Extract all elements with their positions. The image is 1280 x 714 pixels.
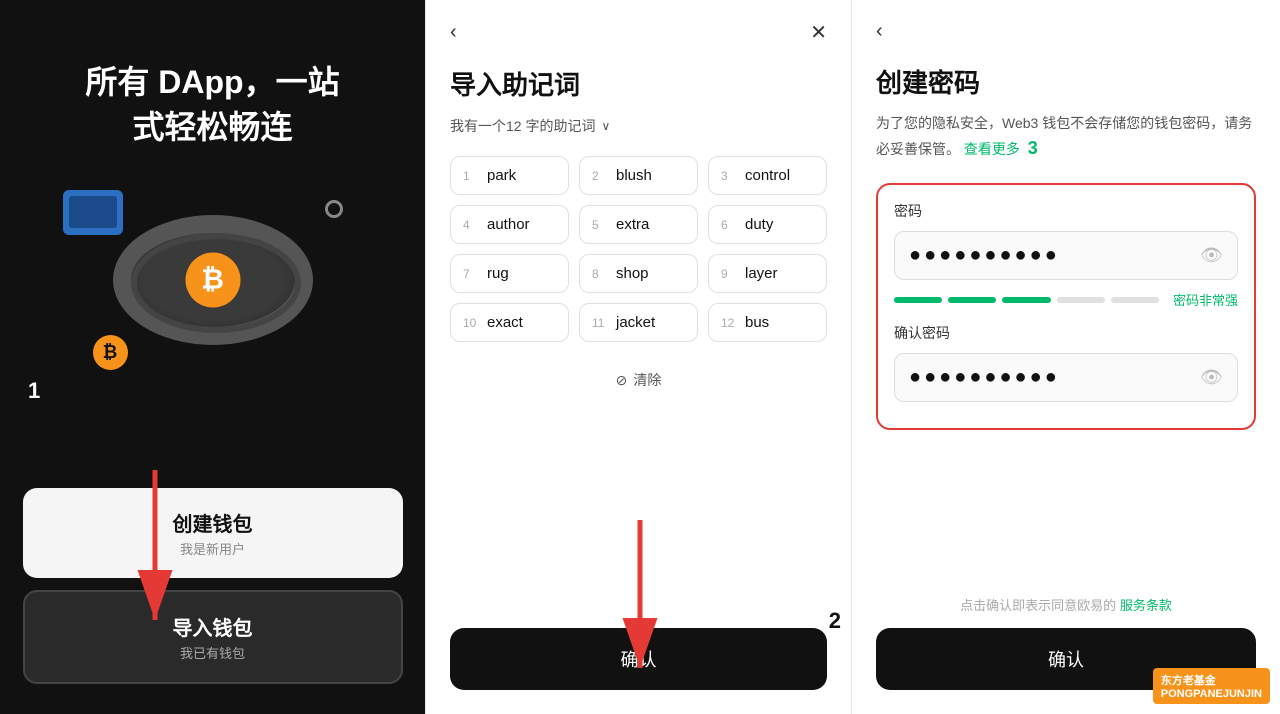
password-input-row[interactable]: ●●●●●●●●●● 👁	[894, 231, 1238, 280]
mnemonic-num: 2	[592, 169, 608, 183]
password-input: ●●●●●●●●●●	[909, 244, 1200, 267]
mnemonic-selector[interactable]: 我有一个12 字的助记词 ∨	[450, 116, 827, 136]
create-wallet-label: 创建钱包	[173, 508, 253, 537]
step-label-1: 1	[28, 378, 40, 404]
chevron-down-icon: ∨	[601, 119, 610, 133]
panel-left: 所有 DApp，一站 式轻松畅连 ₿ ₿ 1 创建钱包 我是新用户 导入钱包 我…	[0, 0, 425, 714]
laptop-icon	[63, 190, 123, 235]
import-wallet-button[interactable]: 导入钱包 我已有钱包	[23, 590, 403, 684]
strength-seg-3	[1002, 297, 1050, 303]
mnemonic-word: jacket	[616, 314, 655, 331]
mnemonic-num: 10	[463, 316, 479, 330]
terms-label: 点击确认即表示同意欧易的	[960, 598, 1116, 613]
left-panel-title: 所有 DApp，一站 式轻松畅连	[85, 60, 339, 150]
strength-text: 密码非常强	[1173, 290, 1238, 309]
mnemonic-cell[interactable]: 2 blush	[579, 156, 698, 195]
mnemonic-cell[interactable]: 5 extra	[579, 205, 698, 244]
strength-seg-4	[1057, 297, 1105, 303]
mnemonic-num: 3	[721, 169, 737, 183]
strength-seg-1	[894, 297, 942, 303]
watermark: 东方老基金PONGPANEJUNJIN	[1153, 668, 1270, 704]
import-wallet-label: 导入钱包	[173, 612, 253, 641]
confirm-password-label: 确认密码	[894, 323, 1238, 343]
password-desc: 为了您的隐私安全，Web3 钱包不会存储您的钱包密码，请务必妥善保管。 查看更多…	[876, 112, 1256, 163]
mnemonic-cell[interactable]: 1 park	[450, 156, 569, 195]
mnemonic-word: author	[487, 216, 530, 233]
see-more-link[interactable]: 查看更多	[964, 141, 1020, 157]
mnemonic-grid: 1 park 2 blush 3 control 4 author 5 extra 6 duty 7 ru…	[450, 156, 827, 342]
mnemonic-word: duty	[745, 216, 773, 233]
password-desc-text: 为了您的隐私安全，Web3 钱包不会存储您的钱包密码，请务必妥善保管。	[876, 115, 1252, 157]
panel-right-nav: ‹	[876, 20, 1256, 43]
mnemonic-word: park	[487, 167, 516, 184]
right-back-icon[interactable]: ‹	[876, 20, 883, 43]
mnemonic-word: control	[745, 167, 790, 184]
clear-button[interactable]: ⊘ 清除	[450, 370, 827, 390]
panel-middle: ‹ ✕ 导入助记词 我有一个12 字的助记词 ∨ 1 park 2 blush 3 con…	[425, 0, 852, 714]
terms-text: 点击确认即表示同意欧易的 服务条款	[876, 595, 1256, 614]
mnemonic-cell[interactable]: 10 exact	[450, 303, 569, 342]
back-icon[interactable]: ‹	[450, 21, 457, 44]
mnemonic-word: exact	[487, 314, 523, 331]
mnemonic-word: layer	[745, 265, 778, 282]
mnemonic-num: 5	[592, 218, 608, 232]
dot-decoration	[325, 200, 343, 218]
mnemonic-num: 7	[463, 267, 479, 281]
bitcoin-icon: ₿	[185, 252, 240, 307]
password-title: 创建密码	[876, 63, 1256, 100]
password-label: 密码	[894, 201, 1238, 221]
strength-seg-5	[1111, 297, 1159, 303]
mnemonic-cell[interactable]: 4 author	[450, 205, 569, 244]
mnemonic-cell[interactable]: 9 layer	[708, 254, 827, 293]
panel-middle-nav: ‹ ✕	[450, 20, 827, 45]
step-label-3: 3	[1028, 134, 1038, 163]
middle-confirm-area: 确认	[450, 628, 827, 690]
mnemonic-title: 导入助记词	[450, 65, 827, 102]
terms-link[interactable]: 服务条款	[1120, 598, 1172, 613]
mnemonic-cell[interactable]: 6 duty	[708, 205, 827, 244]
password-section: 密码 ●●●●●●●●●● 👁 密码非常强 确认密码 ●●●●●●●●●● 👁	[876, 183, 1256, 430]
confirm-eye-icon[interactable]: 👁	[1200, 367, 1223, 388]
eye-icon[interactable]: 👁	[1200, 245, 1223, 266]
mnemonic-cell[interactable]: 12 bus	[708, 303, 827, 342]
strength-seg-2	[948, 297, 996, 303]
mnemonic-word: extra	[616, 216, 649, 233]
mnemonic-cell[interactable]: 7 rug	[450, 254, 569, 293]
create-wallet-sublabel: 我是新用户	[180, 539, 245, 558]
mnemonic-num: 12	[721, 316, 737, 330]
confirm-password-input: ●●●●●●●●●●	[909, 366, 1200, 389]
clear-label: 清除	[633, 370, 661, 390]
confirm-password-input-row[interactable]: ●●●●●●●●●● 👁	[894, 353, 1238, 402]
strength-bar: 密码非常强	[894, 290, 1238, 309]
mnemonic-cell[interactable]: 3 control	[708, 156, 827, 195]
mnemonic-word: bus	[745, 314, 769, 331]
small-bitcoin-icon: ₿	[93, 335, 128, 370]
create-wallet-button[interactable]: 创建钱包 我是新用户	[23, 488, 403, 578]
mnemonic-word: blush	[616, 167, 652, 184]
panel-right: ‹ 创建密码 为了您的隐私安全，Web3 钱包不会存储您的钱包密码，请务必妥善保…	[852, 0, 1280, 714]
mnemonic-num: 11	[592, 316, 608, 330]
right-panel-footer: 点击确认即表示同意欧易的 服务条款 确认 东方老基金PONGPANEJUNJIN	[876, 595, 1256, 690]
mnemonic-word: rug	[487, 265, 509, 282]
middle-confirm-button[interactable]: 确认	[450, 628, 827, 690]
laptop-screen	[69, 196, 117, 228]
mnemonic-num: 8	[592, 267, 608, 281]
illustration: ₿ ₿	[53, 170, 373, 390]
mnemonic-num: 9	[721, 267, 737, 281]
close-icon[interactable]: ✕	[810, 20, 827, 45]
import-wallet-sublabel: 我已有钱包	[180, 643, 245, 662]
mnemonic-num: 6	[721, 218, 737, 232]
mnemonic-num: 1	[463, 169, 479, 183]
mnemonic-cell[interactable]: 8 shop	[579, 254, 698, 293]
step-label-2: 2	[829, 608, 841, 634]
mnemonic-word: shop	[616, 265, 649, 282]
mnemonic-num: 4	[463, 218, 479, 232]
left-panel-buttons: 创建钱包 我是新用户 导入钱包 我已有钱包	[23, 488, 403, 684]
mnemonic-selector-text: 我有一个12 字的助记词	[450, 116, 595, 136]
clear-icon: ⊘	[616, 372, 628, 389]
mnemonic-cell[interactable]: 11 jacket	[579, 303, 698, 342]
